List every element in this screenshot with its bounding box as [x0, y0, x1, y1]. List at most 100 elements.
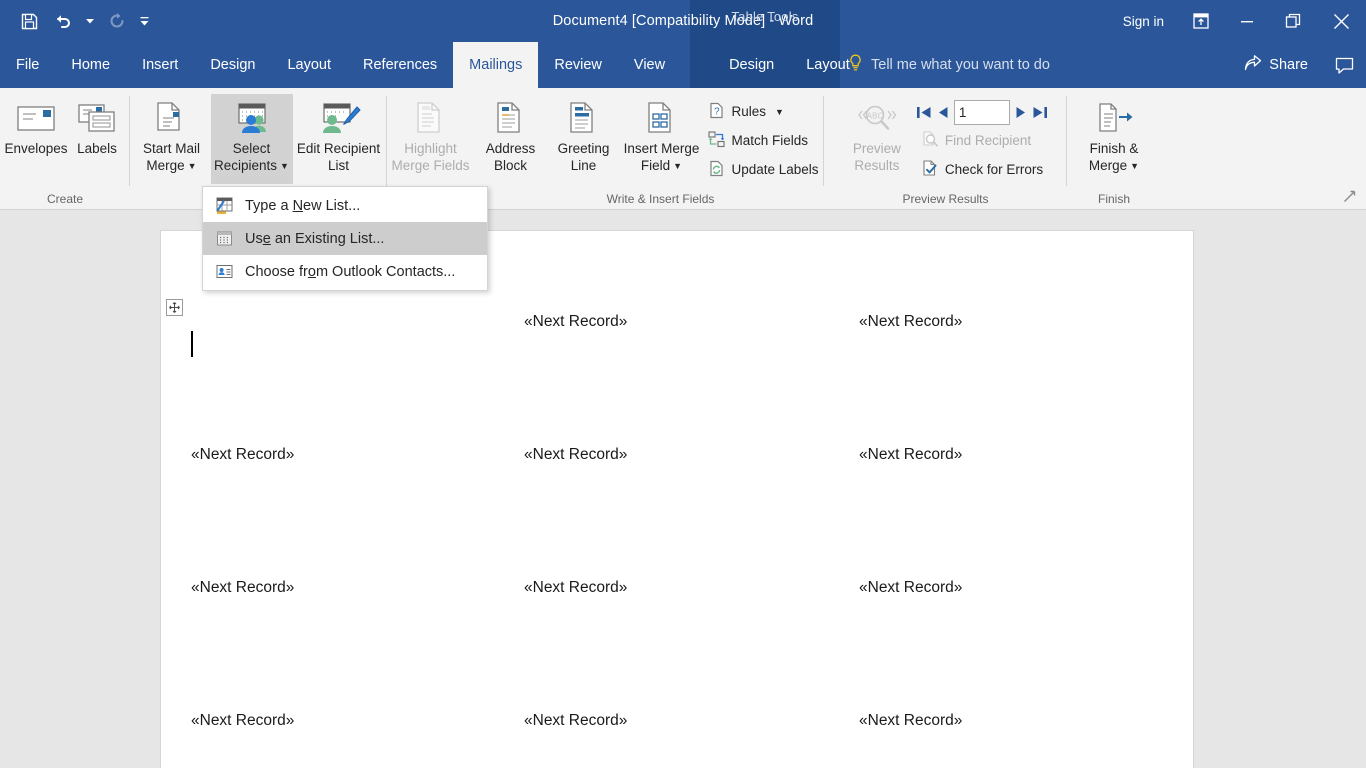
greeting-line-label: Greeting Line — [546, 140, 620, 174]
next-record-icon[interactable] — [1015, 105, 1027, 120]
tab-design[interactable]: Design — [194, 42, 271, 88]
menu-item-use-existing-list[interactable]: Use an Existing List... — [203, 222, 487, 255]
check-for-errors-button[interactable]: Check for Errors — [916, 155, 1049, 184]
share-button[interactable]: Share — [1230, 42, 1322, 88]
chevron-down-icon[interactable]: ▼ — [673, 158, 682, 175]
start-mail-merge-icon — [151, 98, 193, 138]
tab-review[interactable]: Review — [538, 42, 618, 88]
table-cell-r3c3[interactable]: «Next Record» — [859, 579, 962, 597]
share-label: Share — [1269, 57, 1308, 73]
start-mail-merge-button[interactable]: Start Mail Merge▼ — [133, 94, 211, 184]
chevron-down-icon[interactable]: ▼ — [188, 158, 197, 175]
restore-icon[interactable] — [1270, 0, 1316, 42]
redo-icon[interactable] — [102, 6, 132, 36]
highlight-merge-fields-button[interactable]: Highlight Merge Fields — [386, 94, 474, 184]
table-cell-r4c3[interactable]: «Next Record» — [859, 712, 962, 730]
select-recipients-button[interactable]: Select Recipients▼ — [211, 94, 293, 184]
tab-file[interactable]: File — [0, 42, 55, 88]
close-icon[interactable] — [1316, 0, 1366, 42]
chevron-down-icon[interactable]: ▼ — [775, 107, 784, 117]
update-labels-icon — [708, 160, 725, 180]
edit-recipient-list-icon — [317, 98, 361, 138]
tab-home[interactable]: Home — [55, 42, 126, 88]
document-page[interactable]: «Next Record» «Next Record» «Next Record… — [160, 230, 1194, 768]
finish-and-merge-button[interactable]: Finish & Merge▼ — [1074, 94, 1154, 184]
table-cell-r4c1[interactable]: «Next Record» — [191, 712, 294, 730]
labels-table: «Next Record» «Next Record» «Next Record… — [161, 231, 1195, 768]
rules-icon: ? — [708, 102, 725, 122]
ribbon-display-options-icon[interactable] — [1178, 0, 1224, 42]
collapse-ribbon-icon[interactable] — [1340, 187, 1358, 205]
ribbon-group-create-label: Create — [0, 192, 130, 206]
envelopes-label: Envelopes — [4, 140, 67, 157]
address-block-label: Address Block — [474, 140, 546, 174]
find-recipient-button[interactable]: Find Recipient — [916, 126, 1049, 155]
table-cell-r3c2[interactable]: «Next Record» — [524, 579, 627, 597]
select-recipients-menu: Type a New List... Use an Existing List.… — [202, 186, 488, 291]
tab-references[interactable]: References — [347, 42, 453, 88]
tab-table-tools-design[interactable]: Design — [713, 42, 790, 88]
address-block-icon — [489, 98, 531, 138]
table-move-handle[interactable] — [166, 299, 183, 316]
highlight-merge-fields-label: Highlight Merge Fields — [386, 140, 474, 174]
tab-layout[interactable]: Layout — [271, 42, 347, 88]
labels-label: Labels — [77, 140, 117, 157]
preview-results-button[interactable]: ABC Preview Results — [842, 94, 912, 184]
undo-icon[interactable] — [48, 6, 78, 36]
previous-record-icon[interactable] — [937, 105, 949, 120]
customize-quick-access-toolbar-icon[interactable] — [136, 6, 152, 36]
table-cell-r4c2[interactable]: «Next Record» — [524, 712, 627, 730]
last-record-icon[interactable] — [1032, 105, 1048, 120]
edit-recipient-list-button[interactable]: Edit Recipient List — [293, 94, 385, 184]
tab-view[interactable]: View — [618, 42, 681, 88]
menu-item-type-new-list[interactable]: Type a New List... — [203, 189, 487, 222]
record-navigation — [916, 94, 1049, 126]
comments-icon[interactable] — [1322, 42, 1366, 88]
labels-button[interactable]: Labels — [68, 94, 126, 184]
table-cell-r2c1[interactable]: «Next Record» — [191, 446, 294, 464]
title-bar: Document4 [Compatibility Mode] - Word Ta… — [0, 0, 1366, 42]
table-cell-r1c3[interactable]: «Next Record» — [859, 313, 962, 331]
menu-accel-use-existing-list: e — [263, 231, 271, 247]
chevron-down-icon[interactable]: ▼ — [280, 158, 289, 175]
table-cell-r2c3[interactable]: «Next Record» — [859, 446, 962, 464]
ribbon-tab-strip: File Home Insert Design Layout Reference… — [0, 42, 1366, 88]
record-number-input[interactable] — [954, 100, 1010, 125]
document-canvas[interactable]: «Next Record» «Next Record» «Next Record… — [0, 211, 1366, 768]
address-block-button[interactable]: Address Block — [474, 94, 546, 184]
menu-accel-type-new-list: N — [293, 198, 303, 214]
table-cell-r2c2[interactable]: «Next Record» — [524, 446, 627, 464]
first-record-icon[interactable] — [916, 105, 932, 120]
ribbon-group-preview-results: ABC Preview Results — [824, 88, 1067, 210]
insert-merge-field-label: Insert Merge Field — [624, 141, 700, 173]
insert-merge-field-icon — [640, 98, 682, 138]
match-fields-button[interactable]: Match Fields — [702, 126, 824, 155]
ribbon-group-finish: Finish & Merge▼ Finish — [1067, 88, 1161, 210]
insert-merge-field-button[interactable]: Insert Merge Field▼ — [620, 94, 702, 184]
table-cell-r3c1[interactable]: «Next Record» — [191, 579, 294, 597]
check-for-errors-icon — [922, 160, 939, 179]
select-recipients-icon — [231, 98, 273, 138]
match-fields-label: Match Fields — [731, 133, 808, 148]
table-cell-r1c2[interactable]: «Next Record» — [524, 313, 627, 331]
tell-me-search[interactable]: Tell me what you want to do — [848, 42, 1050, 88]
main-tabs: File Home Insert Design Layout Reference… — [0, 42, 866, 88]
menu-label-type-new-list-post: ew List... — [303, 198, 360, 214]
update-labels-button[interactable]: Update Labels — [702, 155, 824, 184]
menu-item-choose-outlook-contacts[interactable]: Choose from Outlook Contacts... — [203, 255, 487, 288]
chevron-down-icon[interactable]: ▼ — [1130, 158, 1139, 175]
envelopes-button[interactable]: Envelopes — [4, 94, 68, 184]
minimize-icon[interactable] — [1224, 0, 1270, 42]
rules-button[interactable]: ? Rules ▼ — [702, 97, 824, 126]
quick-access-toolbar — [0, 0, 152, 42]
share-area: Share — [1230, 42, 1366, 88]
sign-in-button[interactable]: Sign in — [1109, 0, 1178, 42]
labels-icon — [76, 98, 118, 138]
undo-dropdown-chevron-down-icon[interactable] — [82, 6, 98, 36]
save-icon[interactable] — [14, 6, 44, 36]
tab-mailings[interactable]: Mailings — [453, 42, 538, 88]
update-labels-label: Update Labels — [731, 162, 818, 177]
rules-label: Rules — [731, 104, 766, 119]
tab-insert[interactable]: Insert — [126, 42, 194, 88]
greeting-line-button[interactable]: Greeting Line — [546, 94, 620, 184]
